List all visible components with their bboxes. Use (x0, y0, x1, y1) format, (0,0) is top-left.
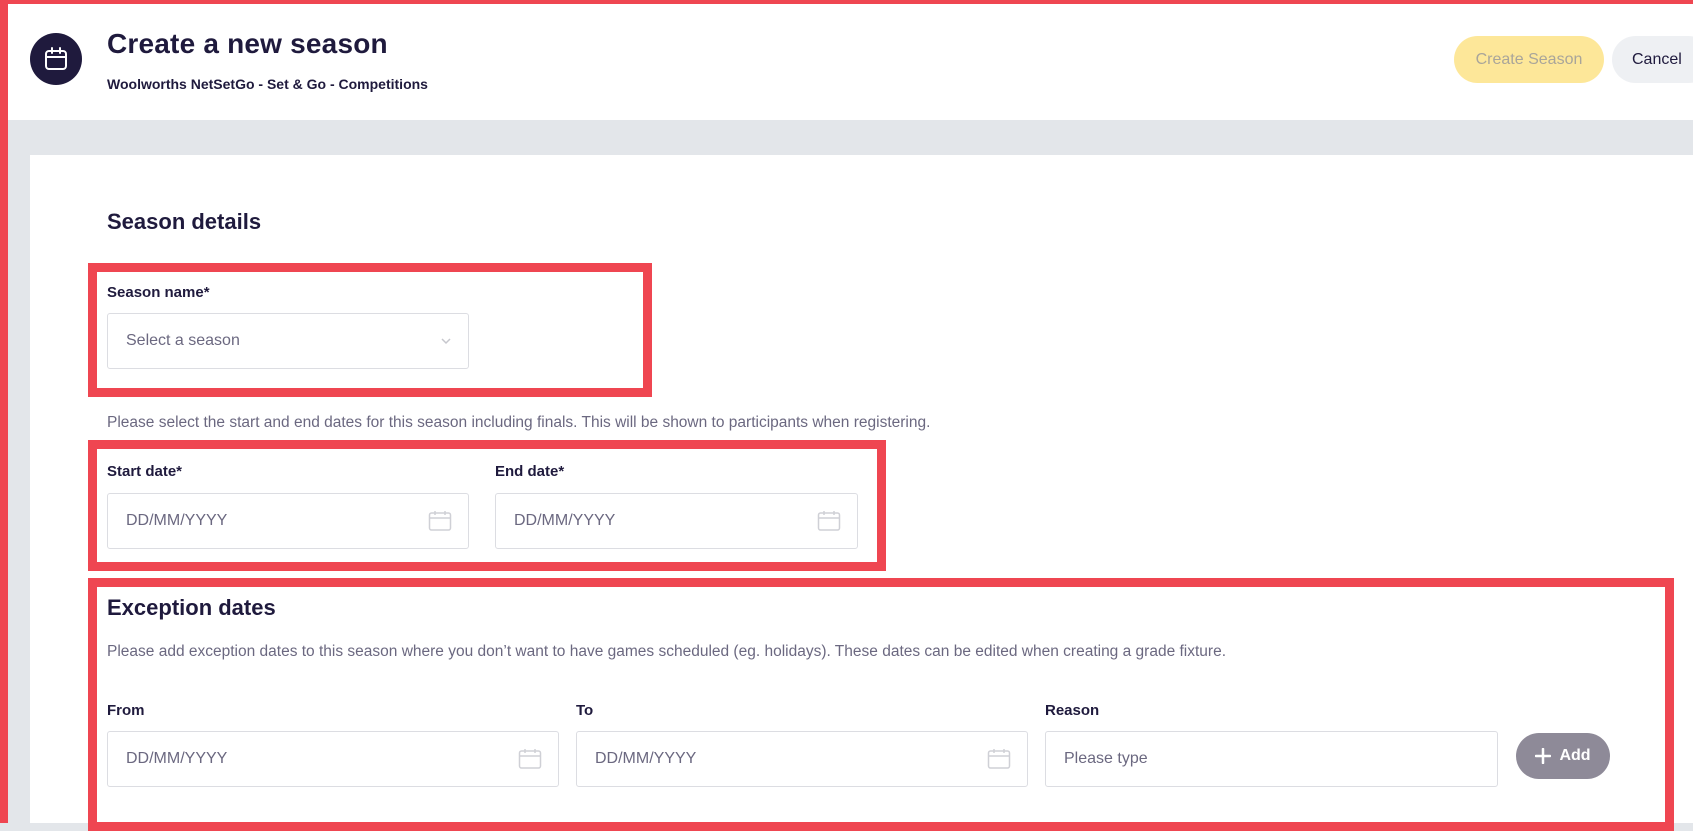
page-subtitle: Woolworths NetSetGo - Set & Go - Competi… (107, 76, 428, 92)
exception-helper-text: Please add exception dates to this seaso… (107, 643, 1227, 660)
start-date-input[interactable]: DD/MM/YYYY (107, 493, 469, 549)
from-date-placeholder: DD/MM/YYYY (126, 750, 228, 767)
calendar-icon[interactable] (428, 510, 452, 532)
cancel-button[interactable]: Cancel (1612, 36, 1693, 83)
season-name-label: Season name* (107, 284, 210, 301)
end-date-label: End date* (495, 463, 565, 480)
reason-placeholder: Please type (1064, 750, 1148, 767)
from-label: From (107, 702, 145, 719)
section-title-season-details: Season details (107, 209, 262, 234)
reason-input[interactable]: Please type (1045, 731, 1498, 787)
page-header: Create a new season Woolworths NetSetGo … (0, 0, 1693, 120)
page-title: Create a new season (107, 28, 388, 59)
start-date-placeholder: DD/MM/YYYY (126, 512, 228, 529)
calendar-icon[interactable] (817, 510, 841, 532)
add-button-label: Add (1559, 747, 1591, 764)
add-exception-button[interactable]: Add (1516, 733, 1610, 779)
calendar-icon[interactable] (987, 748, 1011, 770)
calendar-icon[interactable] (518, 748, 542, 770)
to-date-placeholder: DD/MM/YYYY (595, 750, 697, 767)
calendar-icon (30, 33, 82, 85)
season-name-select[interactable]: Select a season (107, 313, 469, 369)
chevron-down-icon (440, 337, 452, 345)
to-label: To (576, 702, 594, 719)
season-name-placeholder: Select a season (126, 332, 240, 349)
start-date-label: Start date* (107, 463, 183, 480)
end-date-placeholder: DD/MM/YYYY (514, 512, 616, 529)
season-form-card (30, 155, 1693, 823)
plus-icon (1535, 748, 1552, 764)
to-date-input[interactable]: DD/MM/YYYY (576, 731, 1028, 787)
section-title-exception-dates: Exception dates (107, 595, 276, 620)
end-date-input[interactable]: DD/MM/YYYY (495, 493, 858, 549)
reason-label: Reason (1045, 702, 1100, 719)
dates-helper-text: Please select the start and end dates fo… (107, 414, 931, 431)
create-season-button[interactable]: Create Season (1454, 36, 1604, 83)
from-date-input[interactable]: DD/MM/YYYY (107, 731, 559, 787)
